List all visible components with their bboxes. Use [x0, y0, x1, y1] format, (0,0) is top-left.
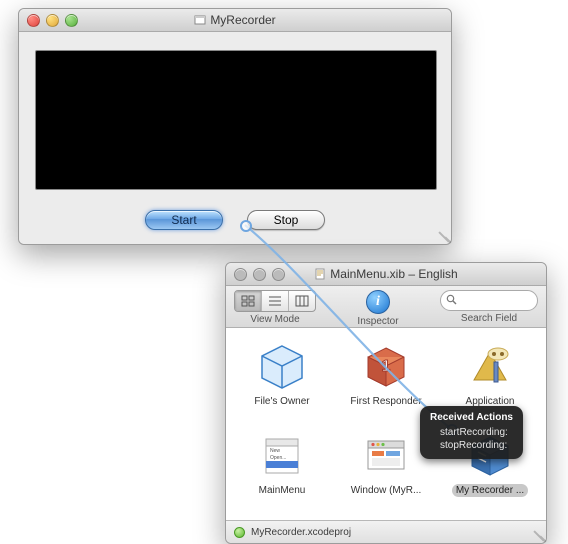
status-led-icon: [234, 527, 245, 538]
xib-item-label: My Recorder ...: [452, 484, 528, 497]
view-mode-label: View Mode: [250, 314, 299, 325]
recorder-titlebar[interactable]: MyRecorder: [19, 9, 451, 32]
svg-text:Open...: Open...: [270, 455, 286, 461]
search-label: Search Field: [461, 313, 517, 324]
inspector-label: Inspector: [357, 316, 398, 327]
inspector-group: i Inspector: [357, 290, 398, 327]
xib-item-label: File's Owner: [250, 395, 313, 408]
actions-hud: Received Actions startRecording: stopRec…: [420, 406, 523, 459]
view-mode-columns-icon[interactable]: [289, 291, 315, 311]
xib-statusbar: MyRecorder.xcodeproj: [226, 520, 546, 543]
traffic-lights: [234, 268, 285, 281]
search-icon: [446, 294, 457, 305]
status-text: MyRecorder.xcodeproj: [251, 527, 351, 538]
xib-toolbar: View Mode i Inspector Search Field: [226, 286, 546, 328]
search-group: Search Field: [440, 290, 538, 324]
stop-button[interactable]: Stop: [247, 210, 325, 230]
hud-action-start[interactable]: startRecording:: [430, 426, 513, 440]
view-mode-group: View Mode: [234, 290, 316, 325]
xib-item-label: MainMenu: [255, 484, 310, 497]
xib-item-label: First Responder: [346, 395, 425, 408]
xib-titlebar[interactable]: MainMenu.xib – English: [226, 263, 546, 286]
connection-start-handle[interactable]: [240, 220, 252, 232]
recorder-body: Start Stop: [19, 32, 451, 244]
close-icon[interactable]: [234, 268, 247, 281]
traffic-lights: [27, 14, 78, 27]
recorder-title: MyRecorder: [19, 9, 451, 31]
close-icon[interactable]: [27, 14, 40, 27]
menu-icon: New Open...: [256, 429, 308, 481]
video-preview: [35, 50, 437, 190]
resize-grip[interactable]: [437, 230, 449, 242]
xib-window: MainMenu.xib – English View Mode i Inspe…: [225, 262, 547, 544]
window-icon: [360, 429, 412, 481]
cube-icon: [256, 340, 308, 392]
red-cube-icon: 1: [360, 340, 412, 392]
search-input[interactable]: [460, 294, 532, 308]
view-mode-segmented[interactable]: [234, 290, 316, 312]
xib-item-mainmenu[interactable]: New Open... MainMenu: [232, 427, 332, 510]
minimize-icon[interactable]: [46, 14, 59, 27]
search-field[interactable]: [440, 290, 538, 311]
xib-item-files-owner[interactable]: File's Owner: [232, 338, 332, 421]
inspector-icon[interactable]: i: [366, 290, 390, 314]
application-icon: [464, 340, 516, 392]
hud-title: Received Actions: [430, 411, 513, 425]
window-icon: [194, 14, 206, 26]
start-button[interactable]: Start: [145, 210, 223, 230]
xib-title-text: MainMenu.xib – English: [330, 267, 457, 281]
svg-text:New: New: [270, 448, 280, 454]
document-icon: [314, 268, 326, 280]
recorder-window: MyRecorder Start Stop: [18, 8, 452, 245]
xib-item-label: Window (MyR...: [347, 484, 426, 497]
view-mode-list-icon[interactable]: [262, 291, 289, 311]
recorder-title-text: MyRecorder: [210, 13, 275, 27]
zoom-icon[interactable]: [65, 14, 78, 27]
minimize-icon[interactable]: [253, 268, 266, 281]
view-mode-icons-icon[interactable]: [235, 291, 262, 311]
svg-text:1: 1: [382, 358, 391, 375]
button-row: Start Stop: [35, 210, 435, 230]
resize-grip[interactable]: [532, 529, 544, 541]
zoom-icon[interactable]: [272, 268, 285, 281]
hud-action-stop[interactable]: stopRecording:: [430, 439, 513, 453]
